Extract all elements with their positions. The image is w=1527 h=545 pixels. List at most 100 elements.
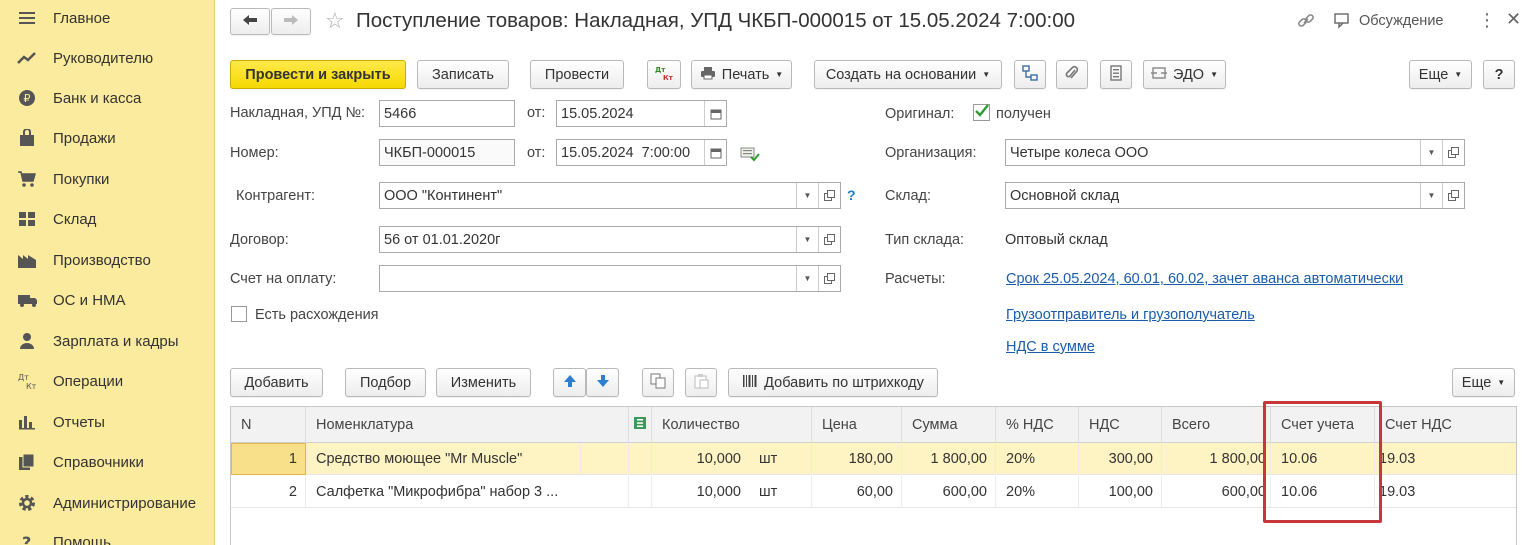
cell-price[interactable]: 60,00: [812, 476, 902, 508]
cell-unit[interactable]: шт: [749, 476, 812, 508]
open-icon[interactable]: [818, 183, 840, 208]
number-date-input[interactable]: 15.05.2024 7:00:00: [556, 139, 727, 166]
sidebar-item-bank[interactable]: ₽ Банк и касса: [0, 80, 215, 116]
attachment-button[interactable]: [1056, 60, 1088, 89]
cell-vat[interactable]: 100,00: [1079, 476, 1162, 508]
chevron-down-icon[interactable]: ▼: [1420, 183, 1442, 208]
column-nomenclature[interactable]: Номенклатура: [306, 407, 629, 443]
organization-input[interactable]: Четыре колеса ООО ▼: [1005, 139, 1465, 166]
cell-quantity[interactable]: 10,000: [652, 476, 749, 508]
journal-button[interactable]: [1100, 60, 1132, 89]
cell-vat-account[interactable]: 19.03: [1375, 476, 1516, 508]
structure-button[interactable]: [1014, 60, 1046, 89]
cell-account[interactable]: 10.06: [1271, 443, 1375, 475]
document-check-icon[interactable]: [740, 146, 760, 165]
help-button[interactable]: ?: [1483, 60, 1515, 89]
link-icon[interactable]: [1297, 12, 1315, 33]
more-button[interactable]: Еще ▼: [1409, 60, 1472, 89]
vat-mode-link[interactable]: НДС в сумме: [1006, 339, 1095, 355]
column-settings[interactable]: [629, 407, 652, 443]
cell-unit[interactable]: шт: [749, 443, 812, 475]
invoice-number-input[interactable]: 5466: [379, 100, 515, 127]
cell-n[interactable]: 2: [231, 476, 306, 508]
print-button[interactable]: Печать ▼: [691, 60, 792, 89]
column-vat-account[interactable]: Счет НДС: [1375, 407, 1516, 443]
shipper-consignee-link[interactable]: Грузоотправитель и грузополучатель: [1006, 307, 1255, 323]
contract-input[interactable]: 56 от 01.01.2020г ▼: [379, 226, 841, 253]
edit-row-button[interactable]: Изменить: [436, 368, 531, 397]
sidebar-item-fixed-assets[interactable]: ОС и НМА: [0, 282, 215, 318]
sidebar-item-manager[interactable]: Руководителю: [0, 40, 215, 76]
more-vertical-icon[interactable]: ⋮: [1478, 10, 1496, 31]
invoice-payment-input[interactable]: ▼: [379, 265, 841, 292]
table-more-button[interactable]: Еще ▼: [1452, 368, 1515, 397]
calendar-icon[interactable]: [704, 101, 726, 126]
invoice-date-input[interactable]: 15.05.2024: [556, 100, 727, 127]
chevron-down-icon[interactable]: ▼: [796, 227, 818, 252]
settlements-link[interactable]: Срок 25.05.2024, 60.01, 60.02, зачет ава…: [1006, 271, 1403, 287]
column-vat[interactable]: НДС: [1079, 407, 1162, 443]
cell-sum[interactable]: 1 800,00: [902, 443, 996, 475]
column-total[interactable]: Всего: [1162, 407, 1271, 443]
discrepancy-checkbox[interactable]: [231, 306, 247, 322]
discussion-button[interactable]: Обсуждение: [1359, 13, 1443, 29]
column-quantity[interactable]: Количество: [652, 407, 812, 443]
sidebar-item-warehouse[interactable]: Склад: [0, 201, 215, 237]
sidebar-item-purchases[interactable]: Покупки: [0, 161, 215, 197]
column-n[interactable]: N: [231, 407, 306, 443]
sidebar-item-salary[interactable]: Зарплата и кадры: [0, 323, 215, 359]
counterparty-input[interactable]: ООО "Континент" ▼: [379, 182, 841, 209]
move-up-button[interactable]: [553, 368, 586, 397]
cell-vat-rate[interactable]: 20%: [996, 443, 1079, 475]
question-icon[interactable]: ?: [847, 187, 856, 203]
cell-characteristic[interactable]: [581, 443, 629, 475]
table-row[interactable]: 1 Средство моющее "Mr Muscle" 10,000 шт …: [231, 443, 1516, 475]
create-based-on-button[interactable]: Создать на основании ▼: [814, 60, 1002, 89]
cell-vat-account[interactable]: 19.03: [1375, 443, 1516, 475]
move-down-button[interactable]: [586, 368, 619, 397]
chevron-down-icon[interactable]: ▼: [796, 266, 818, 291]
column-sum[interactable]: Сумма: [902, 407, 996, 443]
open-icon[interactable]: [818, 227, 840, 252]
sidebar-item-production[interactable]: Производство: [0, 242, 215, 278]
cell-total[interactable]: 1 800,00: [1162, 443, 1271, 475]
cell-nomenclature[interactable]: Салфетка "Микрофибра" набор 3 ...: [306, 476, 629, 508]
save-button[interactable]: Записать: [417, 60, 509, 89]
chevron-down-icon[interactable]: ▼: [796, 183, 818, 208]
column-price[interactable]: Цена: [812, 407, 902, 443]
cell-sum[interactable]: 600,00: [902, 476, 996, 508]
open-icon[interactable]: [818, 266, 840, 291]
edo-button[interactable]: ЭДО ▼: [1143, 60, 1226, 89]
copy-row-button[interactable]: [642, 368, 674, 397]
sidebar-item-references[interactable]: Справочники: [0, 444, 215, 480]
column-vat-rate[interactable]: % НДС: [996, 407, 1079, 443]
post-and-close-button[interactable]: Провести и закрыть: [230, 60, 406, 89]
table-row[interactable]: 2 Салфетка "Микрофибра" набор 3 ... 10,0…: [231, 476, 1516, 508]
cell-total[interactable]: 600,00: [1162, 476, 1271, 508]
close-icon[interactable]: ✕: [1506, 9, 1521, 30]
star-icon[interactable]: ☆: [325, 8, 345, 34]
paste-button[interactable]: [685, 368, 717, 397]
column-account[interactable]: Счет учета: [1271, 407, 1375, 443]
add-row-button[interactable]: Добавить: [230, 368, 323, 397]
discussion-icon[interactable]: [1334, 13, 1352, 32]
number-input[interactable]: ЧКБП-000015: [379, 139, 515, 166]
selection-button[interactable]: Подбор: [345, 368, 426, 397]
original-checkbox[interactable]: [973, 104, 990, 121]
cell-vat[interactable]: 300,00: [1079, 443, 1162, 475]
open-icon[interactable]: [1442, 140, 1464, 165]
sidebar-item-main[interactable]: Главное: [0, 0, 215, 36]
sidebar-item-help[interactable]: ? Помощь: [0, 524, 215, 545]
back-button[interactable]: [230, 8, 270, 35]
chevron-down-icon[interactable]: ▼: [1420, 140, 1442, 165]
warehouse-input[interactable]: Основной склад ▼: [1005, 182, 1465, 209]
open-icon[interactable]: [1442, 183, 1464, 208]
dt-kt-button[interactable]: Дт Кт: [647, 60, 681, 89]
sidebar-item-admin[interactable]: Администрирование: [0, 485, 215, 521]
cell-price[interactable]: 180,00: [812, 443, 902, 475]
cell-n[interactable]: 1: [231, 443, 306, 475]
sidebar-item-sales[interactable]: Продажи: [0, 120, 215, 156]
add-by-barcode-button[interactable]: Добавить по штрихкоду: [728, 368, 938, 397]
cell-nomenclature[interactable]: Средство моющее "Mr Muscle": [306, 443, 581, 475]
sidebar-item-reports[interactable]: Отчеты: [0, 404, 215, 440]
